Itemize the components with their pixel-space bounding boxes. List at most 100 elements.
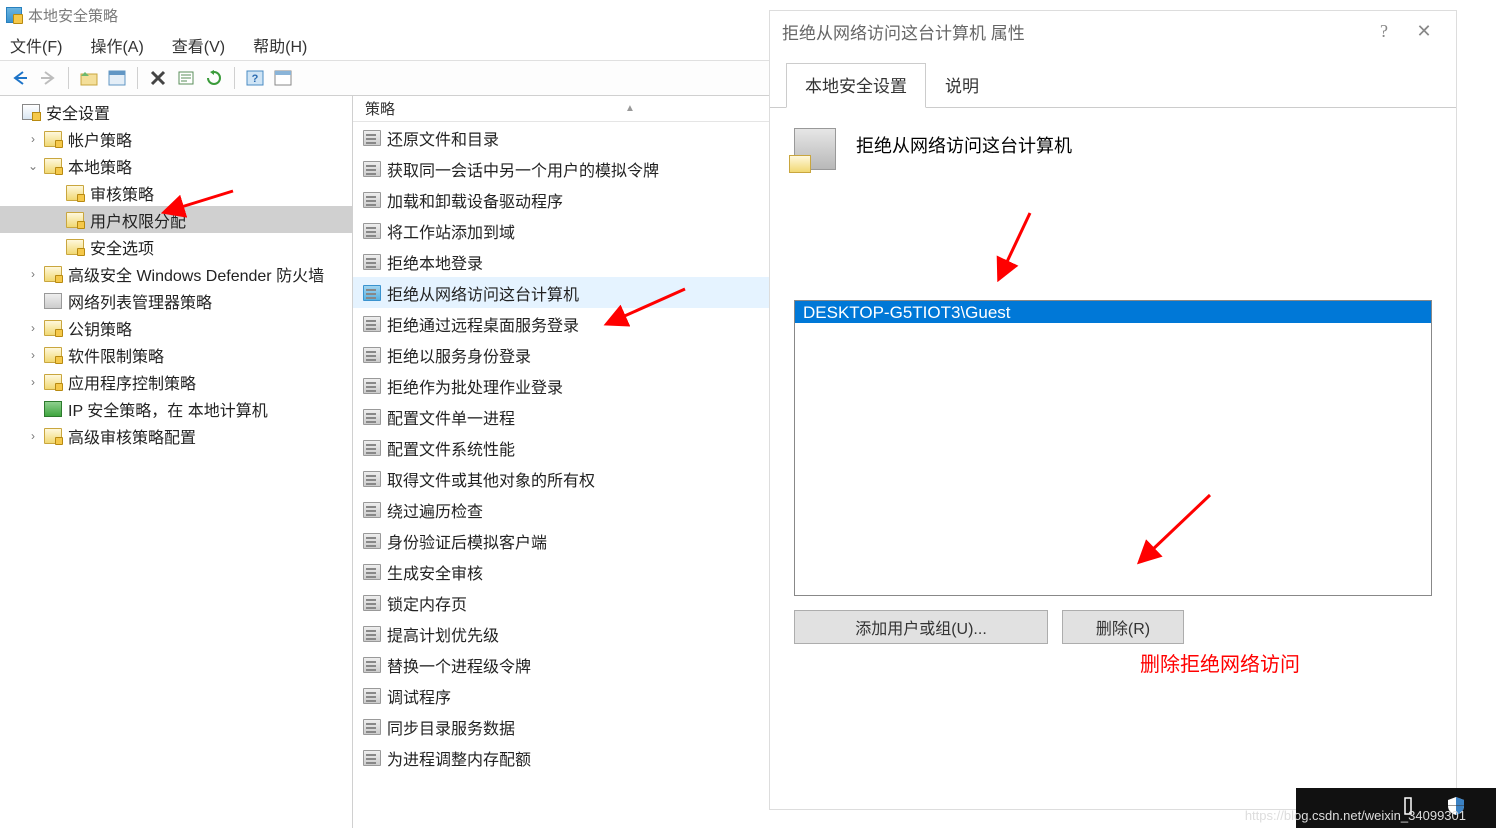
list-item[interactable]: 拒绝本地登录 [353,246,770,277]
tree-item[interactable]: › 公钥策略 [0,314,352,341]
list-item[interactable]: 提高计划优先级 [353,618,770,649]
list-item[interactable]: 配置文件系统性能 [353,432,770,463]
policy-item-icon [363,688,381,704]
tree-item[interactable]: ⌄本地策略 [0,152,352,179]
menu-view[interactable]: 查看(V) [172,33,225,57]
expander-icon[interactable]: › [26,375,40,389]
list-item-label: 绕过遍历检查 [387,498,483,522]
list-item-label: 锁定内存页 [387,591,467,615]
list-item-label: 拒绝以服务身份登录 [387,343,531,367]
back-icon[interactable] [8,66,32,90]
tree-item[interactable]: ›帐户策略 [0,125,352,152]
tree-label: 用户权限分配 [90,208,186,232]
tree-item[interactable]: › 高级安全 Windows Defender 防火墙 [0,260,352,287]
toolbar: ? [0,60,770,96]
list-item[interactable]: 拒绝以服务身份登录 [353,339,770,370]
expander-icon[interactable]: › [26,429,40,443]
expander-icon[interactable]: › [26,321,40,335]
list-item[interactable]: 拒绝从网络访问这台计算机 [353,277,770,308]
list-item[interactable]: 身份验证后模拟客户端 [353,525,770,556]
menu-file[interactable]: 文件(F) [10,33,62,57]
list-item[interactable]: 加载和卸载设备驱动程序 [353,184,770,215]
policy-item-icon [363,316,381,332]
tree-label: 公钥策略 [68,316,132,340]
delete-icon[interactable] [146,66,170,90]
folder-icon [44,320,62,336]
list-item[interactable]: 获取同一会话中另一个用户的模拟令牌 [353,153,770,184]
menu-help[interactable]: 帮助(H) [253,33,307,57]
column-policy[interactable]: 策略 [365,98,395,119]
menu-action[interactable]: 操作(A) [90,33,143,57]
list-item-label: 拒绝作为批处理作业登录 [387,374,563,398]
list-item-label: 配置文件单一进程 [387,405,515,429]
titlebar: 本地安全策略 [0,0,770,30]
tree-label: 高级安全 Windows Defender 防火墙 [68,262,324,286]
tab-body: 拒绝从网络访问这台计算机 DESKTOP-G5TIOT3\Guest 添加用户或… [770,107,1456,664]
help-icon[interactable]: ? [243,66,267,90]
tree-pane[interactable]: 安全设置›帐户策略⌄本地策略 审核策略 用户权限分配 安全选项 › 高级安全 Win… [0,96,353,828]
close-button[interactable]: ✕ [1404,21,1444,42]
tab-local-security[interactable]: 本地安全设置 [786,63,926,108]
list-pane[interactable]: 策略 ▲ 还原文件和目录获取同一会话中另一个用户的模拟令牌加载和卸载设备驱动程序… [353,96,770,828]
tree-root[interactable]: 安全设置 [0,98,352,125]
tree-item[interactable]: ›高级审核策略配置 [0,422,352,449]
dialog-titlebar[interactable]: 拒绝从网络访问这台计算机 属性 ? ✕ [770,11,1456,51]
expander-icon[interactable]: › [26,132,40,146]
policy-name: 拒绝从网络访问这台计算机 [856,128,1072,158]
policy-item-icon [363,657,381,673]
list-item[interactable]: 将工作站添加到域 [353,215,770,246]
tree-label: 应用程序控制策略 [68,370,196,394]
expander-icon[interactable]: ⌄ [26,159,40,173]
list-item-label: 拒绝本地登录 [387,250,483,274]
list-item[interactable]: 还原文件和目录 [353,122,770,153]
tree-item[interactable]: ›软件限制策略 [0,341,352,368]
list-item-label: 加载和卸载设备驱动程序 [387,188,563,212]
list-item[interactable]: 同步目录服务数据 [353,711,770,742]
tree-label: 审核策略 [90,181,154,205]
view-icon[interactable] [271,66,295,90]
list-item-label: 调试程序 [387,684,451,708]
help-button[interactable]: ? [1364,21,1404,42]
folder-icon [66,212,84,228]
list-item-label: 同步目录服务数据 [387,715,515,739]
folder-icon [44,266,62,282]
export-icon[interactable] [174,66,198,90]
policy-item-icon [363,223,381,239]
list-item[interactable]: 配置文件单一进程 [353,401,770,432]
tree-item[interactable]: 用户权限分配 [0,206,352,233]
folder-icon [44,401,62,417]
tab-description[interactable]: 说明 [926,63,998,108]
policy-icon [794,128,836,170]
properties-icon[interactable] [105,66,129,90]
menubar: 文件(F) 操作(A) 查看(V) 帮助(H) [0,30,770,60]
main-window: 本地安全策略 文件(F) 操作(A) 查看(V) 帮助(H) ? 安全设置›帐户… [0,0,770,828]
list-item[interactable]: 为进程调整内存配额 [353,742,770,773]
expander-icon[interactable]: › [26,348,40,362]
list-item[interactable]: 拒绝通过远程桌面服务登录 [353,308,770,339]
users-listbox[interactable]: DESKTOP-G5TIOT3\Guest [794,300,1432,596]
list-item[interactable]: 拒绝作为批处理作业登录 [353,370,770,401]
list-column-header[interactable]: 策略 ▲ [353,96,770,122]
list-item[interactable]: 生成安全审核 [353,556,770,587]
list-item[interactable]: 锁定内存页 [353,587,770,618]
expander-icon[interactable]: › [26,267,40,281]
list-item[interactable]: 绕过遍历检查 [353,494,770,525]
list-item[interactable]: 调试程序 [353,680,770,711]
tree-item[interactable]: › 应用程序控制策略 [0,368,352,395]
refresh-icon[interactable] [202,66,226,90]
tree-item[interactable]: 安全选项 [0,233,352,260]
list-item[interactable]: 取得文件或其他对象的所有权 [353,463,770,494]
tree-item[interactable]: IP 安全策略，在 本地计算机 [0,395,352,422]
listbox-item-selected[interactable]: DESKTOP-G5TIOT3\Guest [795,301,1431,323]
tree-item[interactable]: 网络列表管理器策略 [0,287,352,314]
list-item-label: 获取同一会话中另一个用户的模拟令牌 [387,157,659,181]
list-item-label: 生成安全审核 [387,560,483,584]
remove-button[interactable]: 删除(R) [1062,610,1184,644]
add-user-button[interactable]: 添加用户或组(U)... [794,610,1048,644]
svg-text:?: ? [252,73,259,85]
tree-item[interactable]: 审核策略 [0,179,352,206]
policy-item-icon [363,378,381,394]
up-folder-icon[interactable] [77,66,101,90]
list-item[interactable]: 替换一个进程级令牌 [353,649,770,680]
forward-icon[interactable] [36,66,60,90]
